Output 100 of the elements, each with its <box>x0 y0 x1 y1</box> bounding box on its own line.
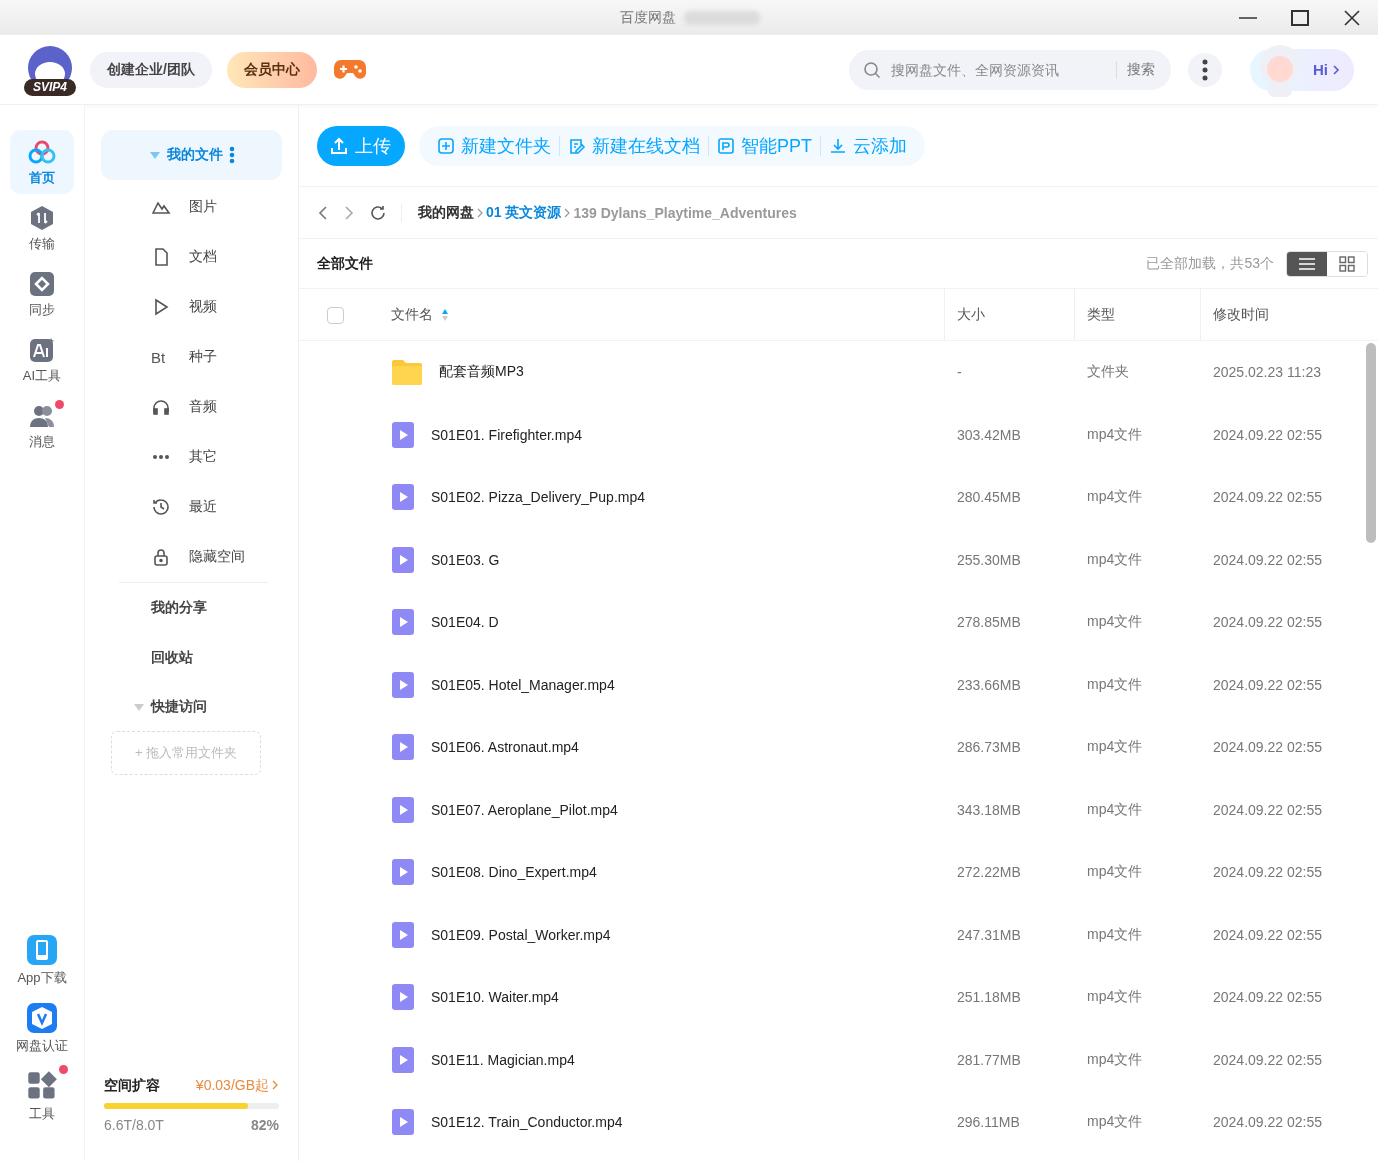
file-name[interactable]: S01E08. Dino_Expert.mp4 <box>379 858 945 887</box>
file-type: mp4文件 <box>1086 425 1144 444</box>
sidebar-link[interactable]: 我的分享 <box>101 583 282 633</box>
caret-icon <box>133 702 145 712</box>
column-header[interactable]: 文件名 <box>379 289 945 341</box>
video-file-icon <box>391 1045 415 1074</box>
window-title: 百度网盘 <box>620 9 676 27</box>
my-files-item[interactable]: 我的文件 <box>101 130 282 180</box>
chevron-icon <box>1332 63 1340 76</box>
file-name[interactable]: S01E07. Aeroplane_Pilot.mp4 <box>379 795 945 824</box>
slides-icon <box>717 136 735 155</box>
file-name[interactable]: S01E05. Hotel_Manager.mp4 <box>379 670 945 699</box>
nav-item[interactable]: 消息 <box>10 394 74 458</box>
file-type: mp4文件 <box>1086 988 1144 1007</box>
search-button[interactable]: 搜索 <box>1116 60 1157 79</box>
file-type: mp4文件 <box>1086 863 1144 882</box>
edit-document-icon <box>568 136 586 155</box>
list-view-icon <box>1298 256 1316 271</box>
scrollbar[interactable] <box>1366 343 1376 543</box>
file-name[interactable]: S01E01. Firefighter.mp4 <box>379 420 945 449</box>
category-item[interactable]: 最近 <box>101 482 282 532</box>
sidebar-link[interactable]: 回收站 <box>101 633 282 683</box>
file-name[interactable]: S01E02. Pizza_Delivery_Pup.mp4 <box>379 483 945 512</box>
nav-item[interactable]: 网盘认证 <box>10 995 74 1061</box>
file-type: mp4文件 <box>1086 488 1144 507</box>
more-button[interactable] <box>1188 52 1222 87</box>
verified-badge-icon <box>26 1001 58 1034</box>
file-type: 文件夹 <box>1086 363 1130 382</box>
category-item[interactable]: 图片 <box>101 182 282 232</box>
sync-icon <box>28 269 56 298</box>
column-header[interactable]: 大小 <box>945 289 1075 341</box>
video-file-icon <box>391 983 415 1012</box>
grid-view-icon <box>1339 255 1355 272</box>
file-name[interactable]: S01E03. G <box>379 545 945 574</box>
file-type: mp4文件 <box>1086 800 1144 819</box>
column-header[interactable]: 修改时间 <box>1201 289 1378 341</box>
gamepad-icon[interactable] <box>332 57 367 82</box>
file-size: 278.85MB <box>956 614 1022 631</box>
chevron-icon <box>476 207 484 218</box>
nav-item[interactable]: 同步 <box>10 262 74 326</box>
select-all-checkbox[interactable] <box>327 306 344 324</box>
category-item[interactable]: 隐藏空间 <box>101 532 282 582</box>
file-size: 296.11MB <box>956 1114 1021 1131</box>
quick-access-item[interactable]: 快捷访问 <box>101 683 282 731</box>
file-name[interactable]: S01E09. Postal_Worker.mp4 <box>379 920 945 949</box>
category-item[interactable]: 其它 <box>101 432 282 482</box>
refresh-button[interactable] <box>369 203 387 222</box>
storage-percent: 82% <box>250 1117 279 1133</box>
column-header[interactable]: 类型 <box>1075 289 1201 341</box>
file-name[interactable]: S01E12. Train_Conductor.mp4 <box>379 1108 945 1137</box>
modified-time: 2024.09.22 02:55 <box>1212 739 1323 756</box>
search-field[interactable]: 搜网盘文件、全网资源资讯 搜索 <box>849 49 1171 90</box>
breadcrumb-link[interactable]: 01 英文资源 <box>486 203 562 222</box>
video-file-icon <box>391 1108 415 1137</box>
back-button[interactable] <box>317 204 329 221</box>
list-title: 全部文件 <box>317 254 373 273</box>
forward-button[interactable] <box>343 204 355 221</box>
maximize-icon <box>1291 9 1309 26</box>
vip-center-button[interactable]: 会员中心 <box>226 51 317 88</box>
create-team-button[interactable]: 创建企业/团队 <box>90 51 212 88</box>
file-name[interactable]: S01E06. Astronaut.mp4 <box>379 733 945 762</box>
modified-time: 2024.09.22 02:55 <box>1212 926 1323 943</box>
file-type: mp4文件 <box>1086 675 1144 694</box>
file-size: 343.18MB <box>956 801 1022 818</box>
minimize-icon <box>1239 16 1257 19</box>
more-icon[interactable] <box>228 146 235 164</box>
plus-square-icon <box>437 136 455 155</box>
category-item[interactable]: 视频 <box>101 282 282 332</box>
file-name[interactable]: 配套音频MP3 <box>379 358 945 387</box>
file-type: mp4文件 <box>1086 925 1144 944</box>
file-size: - <box>956 364 963 381</box>
file-name[interactable]: S01E10. Waiter.mp4 <box>379 983 945 1012</box>
apps-icon <box>26 1069 58 1102</box>
file-size: 251.18MB <box>956 989 1022 1006</box>
headphones-icon <box>151 397 171 417</box>
vip-badge: SVIP4 <box>24 78 76 96</box>
video-file-icon <box>391 670 415 699</box>
search-icon <box>863 60 881 79</box>
file-size: 286.73MB <box>956 739 1022 756</box>
folder-icon <box>391 358 423 387</box>
dots-icon <box>153 455 169 459</box>
video-file-icon <box>391 545 415 574</box>
category-item[interactable]: Bt 种子 <box>101 332 282 382</box>
nav-item[interactable]: 传输 <box>10 196 74 260</box>
category-item[interactable]: 音频 <box>101 382 282 432</box>
category-item[interactable]: 文档 <box>101 232 282 282</box>
nav-item[interactable]: 工具 <box>10 1063 74 1129</box>
modified-time: 2024.09.22 02:55 <box>1212 1114 1323 1131</box>
phone-icon <box>26 933 58 966</box>
nav-item[interactable]: AI工具 <box>10 328 74 392</box>
view-toggle[interactable] <box>1287 251 1327 276</box>
file-name[interactable]: S01E11. Magician.mp4 <box>379 1045 945 1074</box>
breadcrumb-link[interactable]: 我的网盘 <box>418 203 474 222</box>
video-file-icon <box>391 420 415 449</box>
video-file-icon <box>391 795 415 824</box>
nav-item[interactable]: 首页 <box>10 130 74 194</box>
modified-time: 2024.09.22 02:55 <box>1212 676 1323 693</box>
file-count: 已全部加载，共53个 <box>1146 254 1274 273</box>
nav-item[interactable]: App下载 <box>10 927 74 993</box>
file-name[interactable]: S01E04. D <box>379 608 945 637</box>
